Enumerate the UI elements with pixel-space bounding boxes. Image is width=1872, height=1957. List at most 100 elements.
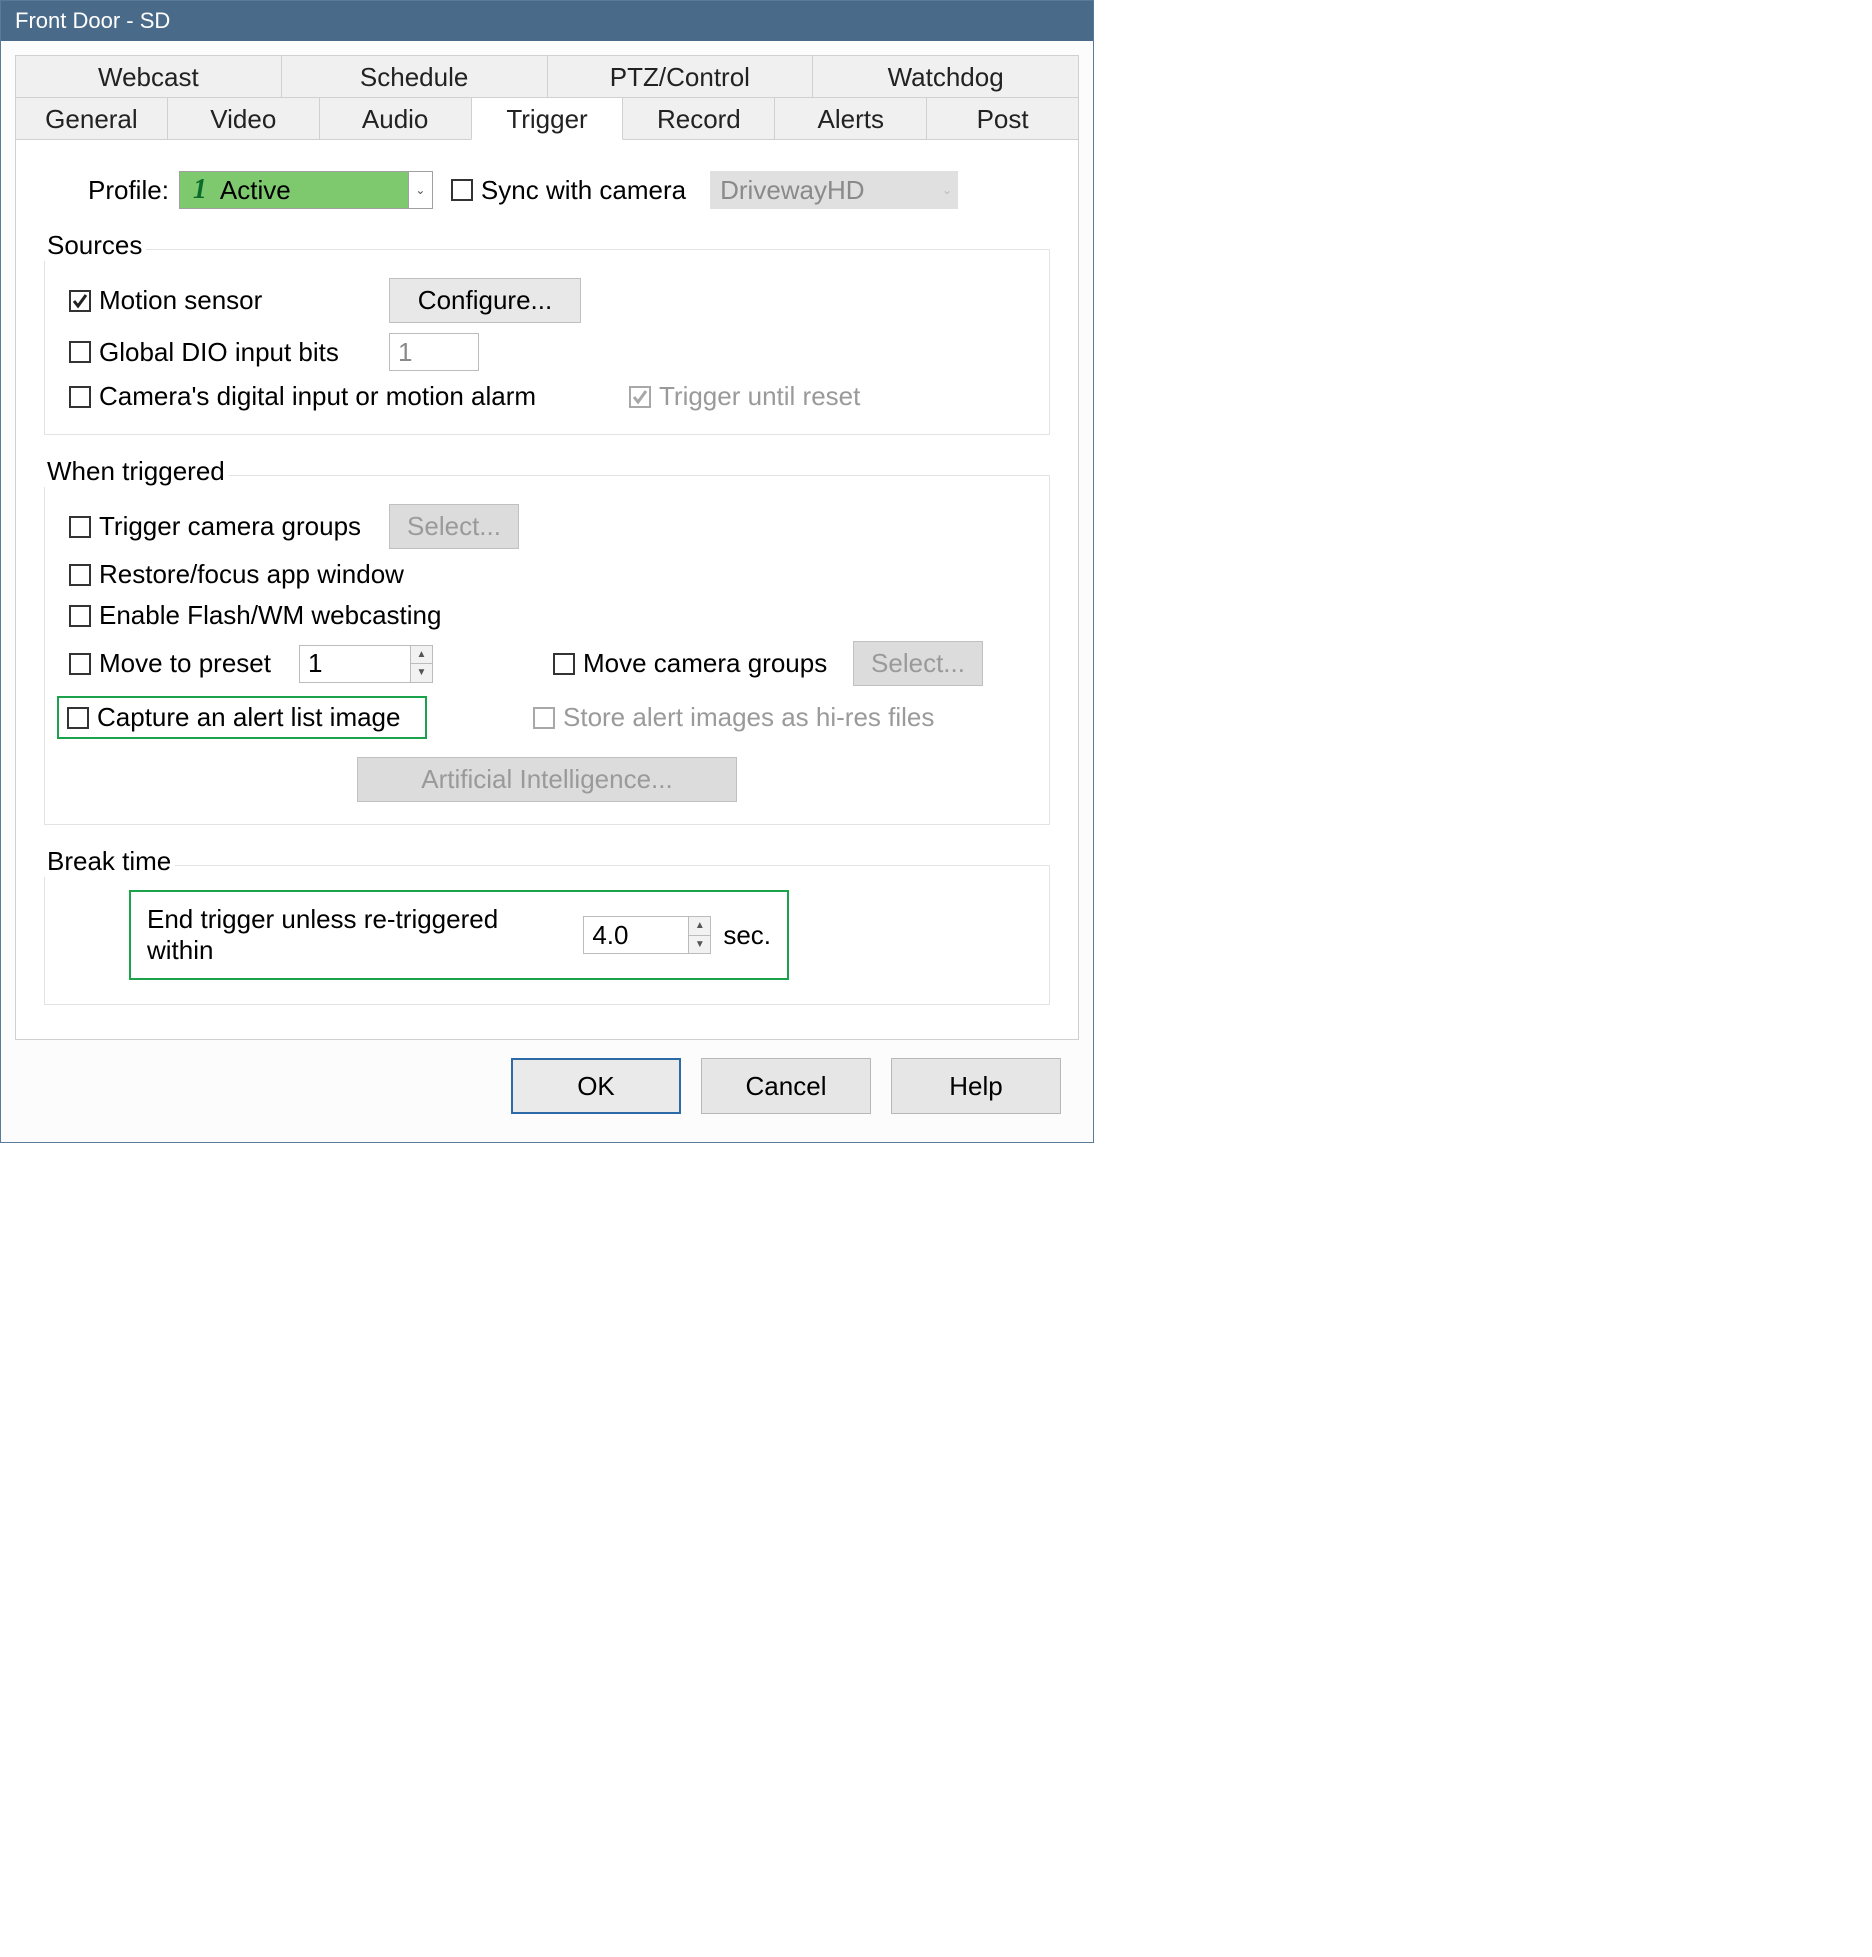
- camera-select-value: DrivewayHD: [720, 175, 864, 206]
- dialog-footer: OK Cancel Help: [15, 1040, 1079, 1132]
- window-content: Webcast Schedule PTZ/Control Watchdog Ge…: [1, 41, 1093, 1142]
- checkbox-icon: [69, 564, 91, 586]
- checkbox-icon: [69, 290, 91, 312]
- enable-flash-label: Enable Flash/WM webcasting: [99, 600, 441, 631]
- trigger-camera-groups-check[interactable]: Trigger camera groups: [69, 511, 389, 542]
- break-time-highlight: End trigger unless re-triggered within 4…: [129, 890, 789, 980]
- tab-schedule[interactable]: Schedule: [281, 55, 548, 97]
- spinner-arrows[interactable]: ▲ ▼: [688, 917, 710, 953]
- tab-record[interactable]: Record: [622, 97, 775, 140]
- configure-button[interactable]: Configure...: [389, 278, 581, 323]
- artificial-intelligence-button: Artificial Intelligence...: [357, 757, 737, 802]
- checkbox-icon: [451, 179, 473, 201]
- trigger-until-reset-label: Trigger until reset: [659, 381, 860, 412]
- restore-focus-row: Restore/focus app window: [69, 559, 1025, 590]
- trigger-groups-row: Trigger camera groups Select...: [69, 504, 1025, 549]
- move-preset-label: Move to preset: [99, 648, 271, 679]
- arrow-up-icon[interactable]: ▲: [689, 917, 710, 936]
- trigger-camera-groups-label: Trigger camera groups: [99, 511, 361, 542]
- move-preset-value[interactable]: 1: [300, 646, 410, 682]
- sources-group: Sources Motion sensor Configure... Globa…: [44, 249, 1050, 435]
- global-dio-check[interactable]: Global DIO input bits: [69, 337, 389, 368]
- tab-general[interactable]: General: [15, 97, 168, 140]
- checkbox-icon: [533, 707, 555, 729]
- tab-video[interactable]: Video: [167, 97, 320, 140]
- select-groups-button-1: Select...: [389, 504, 519, 549]
- tab-audio[interactable]: Audio: [319, 97, 472, 140]
- move-preset-row: Move to preset 1 ▲ ▼ Move camera groups …: [69, 641, 1025, 686]
- sync-with-camera-check[interactable]: Sync with camera: [451, 175, 686, 206]
- break-time-group: Break time End trigger unless re-trigger…: [44, 865, 1050, 1005]
- profile-text: Active: [220, 175, 291, 206]
- capture-alert-check[interactable]: Capture an alert list image: [67, 702, 400, 733]
- tab-trigger[interactable]: Trigger: [471, 97, 624, 140]
- motion-sensor-check[interactable]: Motion sensor: [69, 285, 389, 316]
- checkbox-icon: [67, 707, 89, 729]
- break-time-spinner[interactable]: 4.0 ▲ ▼: [583, 916, 711, 954]
- tab-alerts[interactable]: Alerts: [774, 97, 927, 140]
- when-triggered-label: When triggered: [43, 456, 229, 487]
- checkbox-icon: [69, 605, 91, 627]
- global-dio-label: Global DIO input bits: [99, 337, 339, 368]
- sources-group-label: Sources: [43, 230, 146, 261]
- checkbox-icon: [69, 386, 91, 408]
- spinner-arrows[interactable]: ▲ ▼: [410, 646, 432, 682]
- profile-label: Profile:: [88, 175, 169, 206]
- motion-sensor-label: Motion sensor: [99, 285, 262, 316]
- window-titlebar[interactable]: Front Door - SD: [1, 1, 1093, 41]
- checkbox-icon: [69, 341, 91, 363]
- chevron-down-icon: ⌄: [408, 172, 432, 208]
- global-dio-row: Global DIO input bits 1: [69, 333, 1025, 371]
- chevron-down-icon: ⌄: [942, 183, 952, 197]
- arrow-up-icon[interactable]: ▲: [411, 646, 432, 665]
- help-button[interactable]: Help: [891, 1058, 1061, 1114]
- break-time-text2: sec.: [723, 920, 771, 951]
- arrow-down-icon[interactable]: ▼: [689, 936, 710, 954]
- when-triggered-group: When triggered Trigger camera groups Sel…: [44, 475, 1050, 825]
- window-title: Front Door - SD: [15, 8, 170, 34]
- cam-digital-row: Camera's digital input or motion alarm T…: [69, 381, 1025, 412]
- global-dio-input[interactable]: 1: [389, 333, 479, 371]
- store-hires-label: Store alert images as hi-res files: [563, 702, 934, 733]
- break-time-text1: End trigger unless re-triggered within: [147, 904, 571, 966]
- camera-select: DrivewayHD ⌄: [710, 171, 958, 209]
- checkbox-icon: [553, 653, 575, 675]
- tab-watchdog[interactable]: Watchdog: [812, 55, 1079, 97]
- arrow-down-icon[interactable]: ▼: [411, 664, 432, 682]
- tab-webcast[interactable]: Webcast: [15, 55, 282, 97]
- profile-select[interactable]: 1 Active ⌄: [179, 171, 433, 209]
- checkbox-icon: [69, 516, 91, 538]
- capture-alert-row: Capture an alert list image Store alert …: [57, 696, 1025, 739]
- restore-focus-check[interactable]: Restore/focus app window: [69, 559, 404, 590]
- move-camera-groups-check[interactable]: Move camera groups: [553, 648, 853, 679]
- tab-body-trigger: Profile: 1 Active ⌄ Sync with camera Dri…: [15, 139, 1079, 1040]
- tab-row-bottom: General Video Audio Trigger Record Alert…: [15, 97, 1079, 140]
- break-time-label: Break time: [43, 846, 175, 877]
- ok-button[interactable]: OK: [511, 1058, 681, 1114]
- ai-row: Artificial Intelligence...: [69, 757, 1025, 802]
- enable-flash-row: Enable Flash/WM webcasting: [69, 600, 1025, 631]
- move-camera-groups-label: Move camera groups: [583, 648, 827, 679]
- restore-focus-label: Restore/focus app window: [99, 559, 404, 590]
- cam-digital-label: Camera's digital input or motion alarm: [99, 381, 536, 412]
- select-groups-button-2: Select...: [853, 641, 983, 686]
- cam-digital-check[interactable]: Camera's digital input or motion alarm: [69, 381, 589, 412]
- capture-alert-highlight: Capture an alert list image: [57, 696, 427, 739]
- profile-number: 1: [186, 174, 214, 206]
- move-preset-check[interactable]: Move to preset: [69, 648, 299, 679]
- break-time-value[interactable]: 4.0: [584, 917, 688, 953]
- trigger-until-reset-check: Trigger until reset: [629, 381, 860, 412]
- tab-ptz-control[interactable]: PTZ/Control: [547, 55, 814, 97]
- motion-sensor-row: Motion sensor Configure...: [69, 278, 1025, 323]
- enable-flash-check[interactable]: Enable Flash/WM webcasting: [69, 600, 441, 631]
- config-window: Front Door - SD Webcast Schedule PTZ/Con…: [0, 0, 1094, 1143]
- store-hires-check: Store alert images as hi-res files: [533, 702, 934, 733]
- profile-row: Profile: 1 Active ⌄ Sync with camera Dri…: [88, 171, 1050, 209]
- cancel-button[interactable]: Cancel: [701, 1058, 871, 1114]
- sync-with-camera-label: Sync with camera: [481, 175, 686, 206]
- tab-post[interactable]: Post: [926, 97, 1079, 140]
- capture-alert-label: Capture an alert list image: [97, 702, 400, 733]
- checkbox-icon: [69, 653, 91, 675]
- move-preset-spinner[interactable]: 1 ▲ ▼: [299, 645, 433, 683]
- tab-row-top: Webcast Schedule PTZ/Control Watchdog: [15, 55, 1079, 97]
